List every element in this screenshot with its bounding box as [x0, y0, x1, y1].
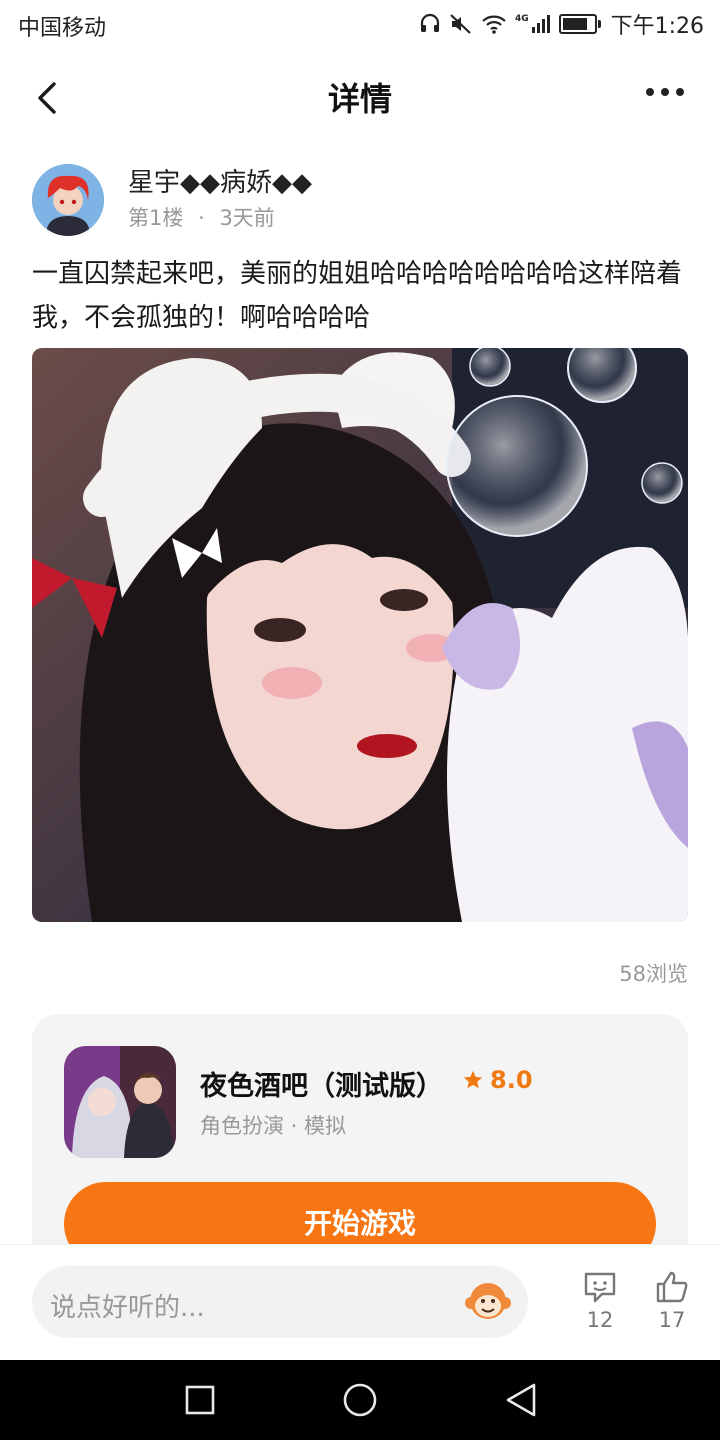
meta-separator: · [198, 206, 205, 230]
carrier-label: 中国移动 [18, 16, 107, 41]
monkey-emoji-icon[interactable] [464, 1277, 512, 1325]
post-text: 一直囚禁起来吧，美丽的姐姐哈哈哈哈哈哈哈哈这样陪着我，不会孤独的！啊哈哈哈哈 [32, 259, 683, 333]
like-action[interactable]: 17 [642, 1270, 702, 1332]
headset-icon [420, 13, 440, 32]
author-name[interactable]: 星宇◆◆病娇◆◆ [128, 162, 312, 199]
post-image[interactable] [32, 348, 688, 922]
system-navigation-bar [0, 1360, 720, 1440]
signal-icon [531, 15, 550, 33]
game-tags: 角色扮演 · 模拟 [200, 1114, 347, 1138]
battery-icon [558, 14, 601, 34]
like-count: 17 [658, 1308, 686, 1332]
game-rating: 8.0 [462, 1066, 533, 1094]
view-count: 58浏览 [619, 962, 688, 986]
star-icon [463, 1070, 483, 1089]
comment-placeholder: 说点好听的... [50, 1293, 205, 1323]
mute-icon [450, 14, 471, 34]
back-triangle-icon[interactable] [504, 1382, 538, 1418]
more-options-icon[interactable] [646, 80, 694, 104]
post-meta: 第1楼 · 3天前 [128, 202, 275, 232]
comment-icon [584, 1272, 616, 1303]
post-time: 3天前 [219, 206, 275, 230]
network-badge: 4G [515, 14, 551, 34]
wifi-icon [482, 15, 506, 34]
author-avatar[interactable] [32, 164, 104, 236]
game-icon[interactable] [64, 1046, 176, 1158]
game-name[interactable]: 夜色酒吧（测试版） [200, 1064, 443, 1103]
status-icons: 4G 下午1:26 [419, 8, 704, 40]
floor-label: 第1楼 [128, 206, 184, 230]
rating-value: 8.0 [490, 1066, 533, 1094]
comment-count: 12 [586, 1308, 614, 1332]
thumbs-up-icon [656, 1271, 688, 1303]
home-icon[interactable] [342, 1382, 378, 1418]
comment-action[interactable]: 12 [570, 1270, 630, 1332]
status-time: 下午1:26 [610, 14, 704, 39]
page-title: 详情 [327, 80, 392, 118]
status-bar: 中国移动 4G 下午1:26 [0, 0, 720, 50]
recent-apps-icon[interactable] [184, 1384, 216, 1416]
